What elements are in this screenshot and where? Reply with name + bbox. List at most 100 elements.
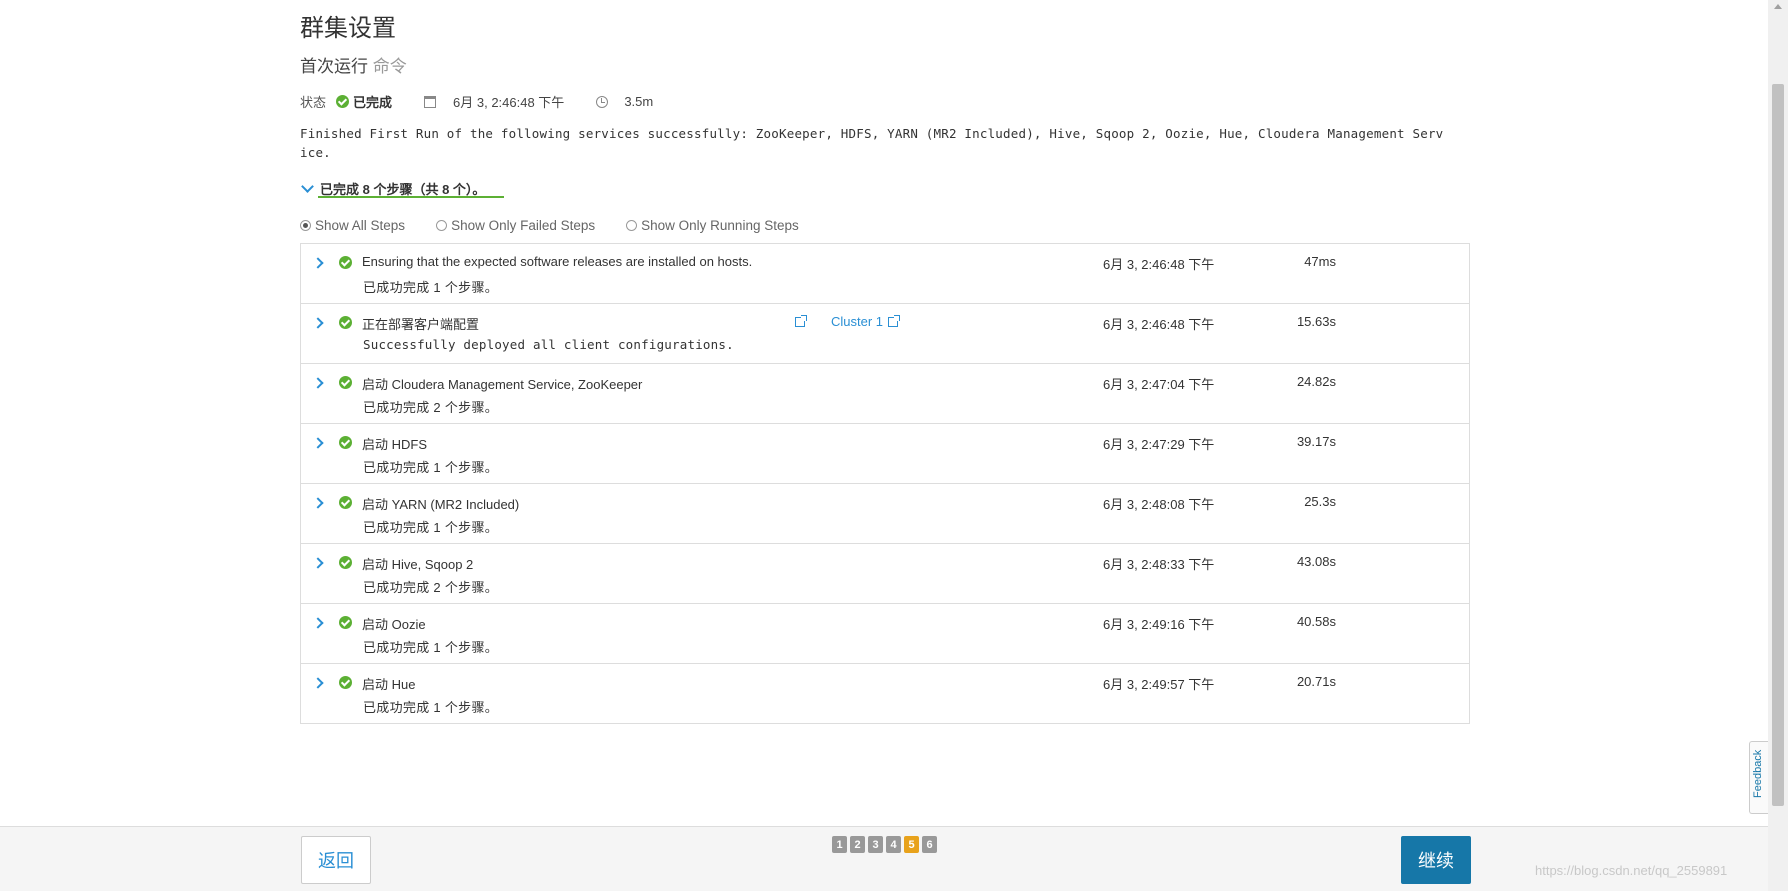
- step-duration: 15.63s: [1296, 314, 1336, 329]
- filter-running-steps[interactable]: Show Only Running Steps: [626, 218, 799, 233]
- check-circle-icon: [339, 496, 352, 509]
- chevron-right-icon[interactable]: [312, 377, 324, 389]
- chevron-down-icon: [301, 180, 314, 193]
- page-subtitle: 首次运行 命令: [300, 52, 407, 77]
- page-indicator-3[interactable]: 3: [868, 836, 883, 853]
- step-row: 启动 Hive, Sqoop 2 已成功完成 2 个步骤。 6月 3, 2:48…: [301, 544, 1469, 604]
- check-circle-icon: [339, 616, 352, 629]
- steps-summary-toggle[interactable]: 已完成 8 个步骤（共 8 个）。: [300, 179, 485, 202]
- subtitle-muted: 命令: [372, 57, 407, 76]
- watermark-text: https://blog.csdn.net/qq_2559891: [1535, 863, 1728, 878]
- check-circle-icon: [339, 376, 352, 389]
- step-name: 启动 Hue: [362, 677, 416, 692]
- feedback-tab[interactable]: Feedback: [1749, 741, 1768, 814]
- page-indicator-5[interactable]: 5: [904, 836, 919, 853]
- status-label: 状态: [300, 95, 327, 110]
- step-row: Ensuring that the expected software rele…: [301, 244, 1469, 304]
- step-name: 启动 YARN (MR2 Included): [362, 497, 520, 512]
- check-circle-icon: [339, 556, 352, 569]
- chevron-right-icon[interactable]: [312, 497, 324, 509]
- steps-list: Ensuring that the expected software rele…: [300, 243, 1470, 724]
- continue-button[interactable]: 继续: [1401, 836, 1471, 884]
- check-circle-icon: [339, 256, 352, 269]
- step-time: 6月 3, 2:46:48 下午: [1103, 257, 1215, 272]
- radio-failed-steps[interactable]: [436, 220, 448, 231]
- vertical-scrollbar[interactable]: [1768, 0, 1788, 891]
- step-row: 启动 Oozie 已成功完成 1 个步骤。 6月 3, 2:49:16 下午 4…: [301, 604, 1469, 664]
- radio-all-steps[interactable]: [300, 220, 311, 231]
- step-duration: 39.17s: [1296, 434, 1336, 449]
- step-detail: 已成功完成 1 个步骤。: [363, 520, 499, 535]
- step-name: 启动 Cloudera Management Service, ZooKeepe…: [362, 377, 643, 392]
- back-button[interactable]: 返回: [301, 836, 371, 884]
- chevron-right-icon[interactable]: [312, 317, 324, 329]
- check-circle-icon: [339, 676, 352, 689]
- status-value: 已完成: [353, 95, 393, 110]
- check-circle-icon: [336, 95, 350, 108]
- step-row: 启动 HDFS 已成功完成 1 个步骤。 6月 3, 2:47:29 下午 39…: [301, 424, 1469, 484]
- step-detail: 已成功完成 1 个步骤。: [363, 640, 499, 655]
- step-name: 正在部署客户端配置: [362, 317, 480, 332]
- filter-all-steps[interactable]: Show All Steps: [300, 218, 405, 233]
- page-indicator-6[interactable]: 6: [922, 836, 937, 853]
- scroll-up-icon[interactable]: [1774, 4, 1782, 9]
- external-link-icon[interactable]: [888, 315, 900, 327]
- step-time: 6月 3, 2:47:04 下午: [1103, 377, 1215, 392]
- step-detail: 已成功完成 1 个步骤。: [363, 700, 499, 715]
- page-indicator-4[interactable]: 4: [886, 836, 901, 853]
- step-duration: 25.3s: [1304, 494, 1336, 509]
- step-name: 启动 HDFS: [362, 437, 428, 452]
- filter-failed-steps[interactable]: Show Only Failed Steps: [436, 218, 595, 233]
- chevron-right-icon[interactable]: [312, 677, 324, 689]
- step-detail: 已成功完成 1 个步骤。: [363, 460, 499, 475]
- chevron-right-icon[interactable]: [312, 437, 324, 449]
- step-time: 6月 3, 2:47:29 下午: [1103, 437, 1215, 452]
- command-result-message: Finished First Run of the following serv…: [300, 126, 1444, 160]
- chevron-right-icon[interactable]: [312, 557, 324, 569]
- subtitle-main: 首次运行: [300, 57, 368, 76]
- page-title: 群集设置: [300, 15, 396, 42]
- step-time: 6月 3, 2:48:33 下午: [1103, 557, 1215, 572]
- step-name: Ensuring that the expected software rele…: [362, 254, 753, 269]
- chevron-right-icon[interactable]: [312, 257, 324, 269]
- external-link-icon[interactable]: [795, 315, 807, 327]
- step-duration: 40.58s: [1296, 614, 1336, 629]
- step-filters: Show All Steps Show Only Failed Steps Sh…: [300, 218, 830, 233]
- scrollbar-thumb[interactable]: [1772, 84, 1784, 806]
- step-duration: 43.08s: [1296, 554, 1336, 569]
- step-detail: 已成功完成 2 个步骤。: [363, 580, 499, 595]
- check-circle-icon: [339, 436, 352, 449]
- step-time: 6月 3, 2:49:57 下午: [1103, 677, 1215, 692]
- status-line: 状态 已完成 6月 3, 2:46:48 下午 3.5m: [300, 92, 653, 111]
- status-duration: 3.5m: [624, 94, 654, 109]
- feedback-label: Feedback: [1752, 749, 1764, 798]
- clock-icon: [596, 95, 609, 108]
- step-duration: 24.82s: [1296, 374, 1336, 389]
- step-row: 启动 YARN (MR2 Included) 已成功完成 1 个步骤。 6月 3…: [301, 484, 1469, 544]
- step-time: 6月 3, 2:49:16 下午: [1103, 617, 1215, 632]
- cluster-link[interactable]: Cluster 1: [831, 314, 883, 329]
- step-name: 启动 Hive, Sqoop 2: [362, 557, 474, 572]
- chevron-right-icon[interactable]: [312, 617, 324, 629]
- step-time: 6月 3, 2:46:48 下午: [1103, 317, 1215, 332]
- step-detail: 已成功完成 2 个步骤。: [363, 400, 499, 415]
- radio-running-steps[interactable]: [626, 220, 638, 231]
- page-indicator-1[interactable]: 1: [832, 836, 847, 853]
- step-duration: 47ms: [1304, 254, 1336, 269]
- steps-summary-underline: [318, 196, 504, 198]
- filter-label: Show All Steps: [315, 218, 406, 233]
- step-row: 启动 Cloudera Management Service, ZooKeepe…: [301, 364, 1469, 424]
- calendar-icon: [424, 95, 437, 108]
- step-time: 6月 3, 2:48:08 下午: [1103, 497, 1215, 512]
- step-row: 启动 Hue 已成功完成 1 个步骤。 6月 3, 2:49:57 下午 20.…: [301, 664, 1469, 723]
- page-indicator-2[interactable]: 2: [850, 836, 865, 853]
- check-circle-icon: [339, 316, 352, 329]
- step-detail: 已成功完成 1 个步骤。: [363, 280, 499, 295]
- step-name: 启动 Oozie: [362, 617, 426, 632]
- step-duration: 20.71s: [1296, 674, 1336, 689]
- wizard-footer: 返回 1 2 3 4 5 6 继续: [0, 826, 1768, 891]
- step-detail: Successfully deployed all client configu…: [363, 337, 734, 352]
- wizard-step-pager: 1 2 3 4 5 6: [832, 836, 940, 853]
- step-row: 正在部署客户端配置 Cluster 1 Successfully deploye…: [301, 304, 1469, 364]
- status-date: 6月 3, 2:46:48 下午: [453, 95, 565, 110]
